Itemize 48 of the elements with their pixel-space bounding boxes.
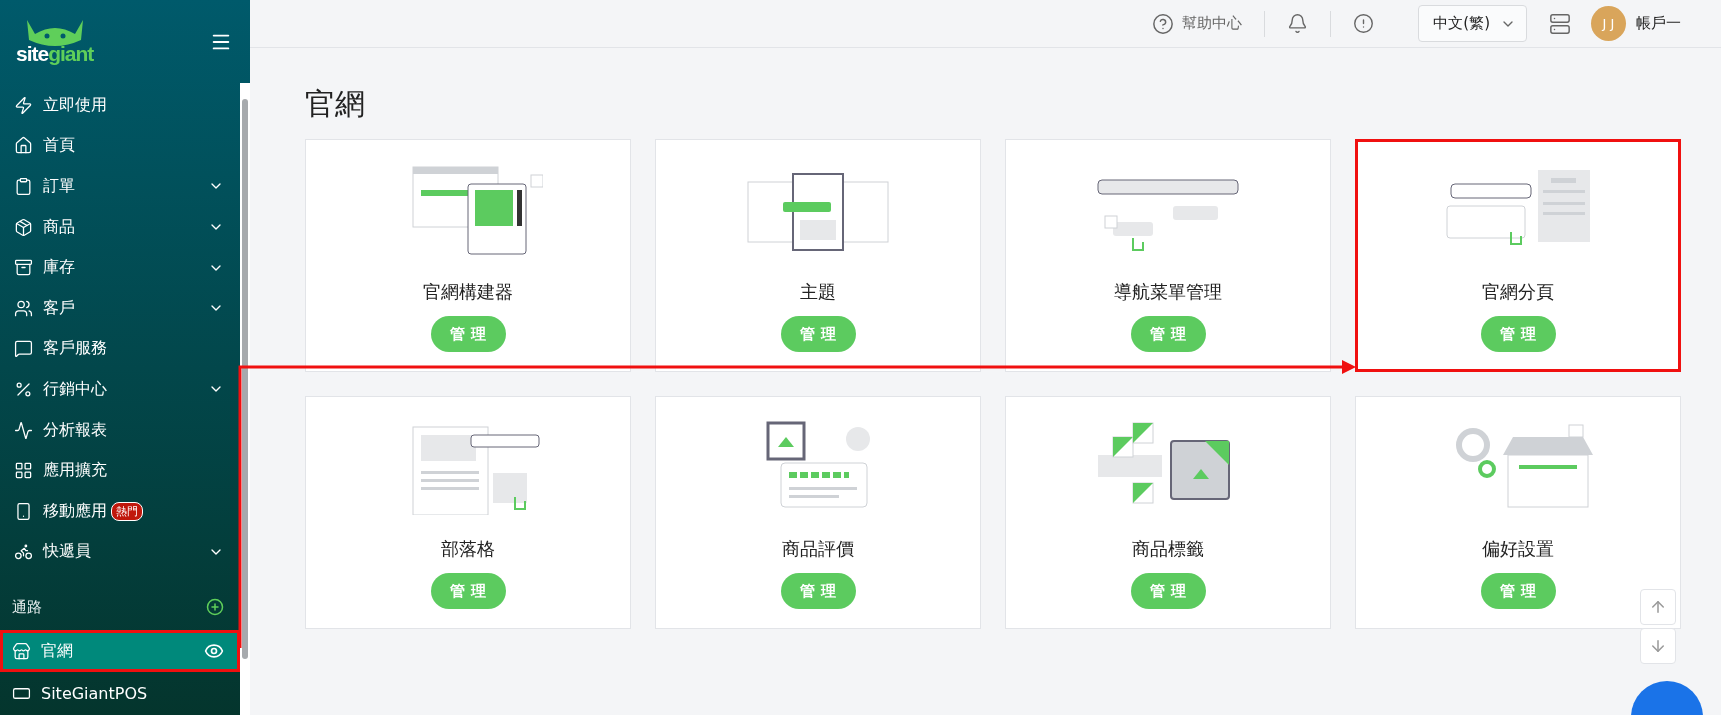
card-title: 部落格 bbox=[441, 537, 495, 561]
archive-icon bbox=[14, 258, 33, 278]
user-name[interactable]: 帳戶一 bbox=[1636, 14, 1681, 33]
card-title: 官網構建器 bbox=[423, 280, 513, 304]
people-icon bbox=[14, 298, 33, 318]
grid-icon bbox=[14, 461, 33, 481]
pulse-icon bbox=[14, 420, 33, 440]
sidebar-item[interactable]: 行銷中心 bbox=[0, 369, 240, 410]
page-title: 官網 bbox=[305, 85, 366, 123]
language-select[interactable]: 中文(繁) bbox=[1418, 5, 1527, 42]
sidebar-item[interactable]: 立即使用 bbox=[0, 85, 240, 126]
card-title: 官網分頁 bbox=[1482, 280, 1554, 304]
sidebar-item[interactable]: 首頁 bbox=[0, 125, 240, 167]
arrow-down-icon bbox=[1649, 637, 1667, 655]
hot-badge: 熱門 bbox=[111, 501, 143, 521]
server-icon[interactable] bbox=[1549, 12, 1571, 35]
channel-item[interactable]: SiteGiantPOS bbox=[0, 672, 240, 715]
logo-text: sitegiant bbox=[16, 41, 94, 66]
help-icon bbox=[1152, 12, 1175, 35]
bike-icon bbox=[14, 542, 33, 562]
sidebar-item[interactable]: 商品 bbox=[0, 206, 240, 248]
card-title: 主題 bbox=[800, 280, 836, 304]
card-title: 商品標籤 bbox=[1132, 537, 1204, 561]
sidebar-item[interactable]: 客戶 bbox=[0, 287, 240, 329]
sidebar-item[interactable]: 客戶服務 bbox=[0, 328, 240, 370]
sidebar-item[interactable]: 移動應用 熱門 bbox=[0, 490, 240, 532]
lightning-icon bbox=[14, 95, 33, 115]
box-icon bbox=[14, 217, 33, 237]
sidebar-item[interactable]: 分析報表 bbox=[0, 409, 240, 451]
help-link[interactable]: 幫助中心 bbox=[1130, 12, 1265, 35]
phone-icon bbox=[14, 501, 33, 521]
section-heading: 通路 bbox=[12, 597, 42, 617]
add-icon[interactable] bbox=[206, 598, 224, 617]
clipboard-icon bbox=[14, 177, 33, 196]
sidebar-item[interactable]: 庫存 bbox=[0, 247, 240, 288]
card-title: 導航菜單管理 bbox=[1114, 280, 1222, 304]
sidebar-item[interactable]: 應用擴充 bbox=[0, 450, 240, 491]
chat-icon bbox=[14, 339, 33, 359]
alert-icon[interactable] bbox=[1353, 13, 1375, 34]
bell-icon[interactable] bbox=[1287, 13, 1309, 34]
card-title: 偏好設置 bbox=[1482, 537, 1554, 561]
card-title: 商品評價 bbox=[782, 537, 854, 561]
sidebar-item[interactable]: 訂單 bbox=[0, 166, 240, 207]
sidebar-item[interactable]: 快遞員 bbox=[0, 531, 240, 573]
channel-item[interactable]: 官網 bbox=[0, 630, 240, 673]
store-icon bbox=[12, 641, 31, 661]
home-icon bbox=[14, 136, 33, 156]
scrollbar[interactable] bbox=[240, 83, 250, 715]
